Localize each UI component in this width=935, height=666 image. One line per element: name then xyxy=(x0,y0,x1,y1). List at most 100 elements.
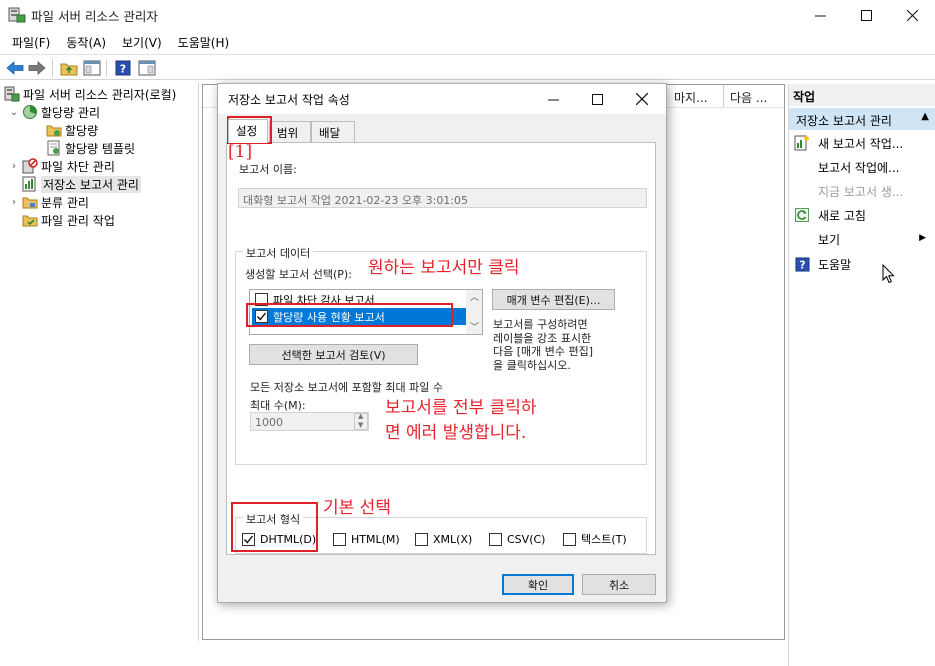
action-add-to-report-task[interactable]: 보고서 작업에... xyxy=(789,156,935,178)
scroll-up-icon[interactable]: ︿ xyxy=(470,290,479,303)
classification-icon xyxy=(22,194,38,210)
action-label: 지금 보고서 생... xyxy=(818,184,904,199)
action-pane-icon xyxy=(138,60,156,76)
menu-action[interactable]: 동작(A) xyxy=(60,31,112,53)
tab-delivery[interactable]: 배달 xyxy=(311,121,355,142)
actions-group-storage-reports[interactable]: 저장소 보고서 관리 ▲ xyxy=(789,108,935,130)
show-hide-tree-button[interactable] xyxy=(82,58,102,78)
annotation-click-wanted-report: 원하는 보고서만 클릭 xyxy=(368,258,520,278)
action-help[interactable]: ? 도움말 xyxy=(789,253,935,275)
tree-item-root[interactable]: 파일 서버 리소스 관리자(로컬) xyxy=(4,85,176,103)
action-pane-button[interactable] xyxy=(137,58,157,78)
format-label: CSV(C) xyxy=(507,532,546,546)
hint-line: 보고서를 구성하려면 xyxy=(493,318,588,331)
format-xml[interactable]: XML(X) xyxy=(415,531,472,547)
scroll-down-icon[interactable]: ﹀ xyxy=(470,320,479,333)
dialog-close-button[interactable] xyxy=(620,84,664,114)
tree-item-quotas[interactable]: 할당량 xyxy=(44,121,98,139)
max-files-label: 모든 저장소 보고서에 포함할 최대 파일 수 xyxy=(250,381,444,394)
action-refresh[interactable]: 새로 고침 xyxy=(789,204,935,226)
mouse-cursor-icon xyxy=(882,263,895,287)
chevron-right-icon[interactable]: › xyxy=(8,161,20,172)
maximize-button[interactable] xyxy=(843,0,889,31)
file-server-app-icon xyxy=(8,7,26,23)
toolbar-separator xyxy=(106,59,107,77)
submenu-arrow-icon: ▶ xyxy=(919,233,926,243)
spin-up-icon[interactable]: ▲ xyxy=(358,412,363,420)
back-button[interactable] xyxy=(5,58,25,78)
tree-item-file-management-tasks[interactable]: 파일 관리 작업 xyxy=(8,211,115,229)
collapse-up-icon[interactable]: ▲ xyxy=(921,111,929,122)
up-folder-button[interactable] xyxy=(59,58,79,78)
annotation-error-warning-2: 면 에러 발생합니다. xyxy=(385,423,527,443)
chevron-down-icon[interactable]: ⌄ xyxy=(8,107,20,118)
review-selected-reports-button[interactable]: 선택한 보고서 검토(V) xyxy=(249,344,418,365)
storage-report-icon xyxy=(22,176,38,192)
tab-scope[interactable]: 범위 xyxy=(269,121,311,142)
tree-item-quota-templates[interactable]: 할당량 템플릿 xyxy=(44,139,135,157)
spin-down-icon[interactable]: ▼ xyxy=(358,421,363,429)
menu-bar: 파일(F) 동작(A) 보기(V) 도움말(H) xyxy=(0,31,935,53)
window-title: 파일 서버 리소스 관리자 xyxy=(31,9,158,24)
format-html[interactable]: HTML(M) xyxy=(333,531,400,547)
format-label: HTML(M) xyxy=(351,532,400,546)
tree-item-file-screening[interactable]: › 파일 차단 관리 xyxy=(8,157,115,175)
tree-label: 파일 차단 관리 xyxy=(41,159,115,174)
refresh-icon xyxy=(794,207,810,223)
max-count-spinner[interactable]: ▲ ▼ xyxy=(354,412,368,430)
dialog-maximize-button[interactable] xyxy=(575,84,619,114)
folder-up-icon xyxy=(60,63,78,76)
title-bar: 파일 서버 리소스 관리자 xyxy=(0,0,935,31)
tree-item-quota-management[interactable]: ⌄ 할당량 관리 xyxy=(8,103,100,121)
console-tree-icon xyxy=(83,60,101,76)
format-checkbox[interactable] xyxy=(333,532,346,546)
help-icon: ? xyxy=(794,256,810,272)
ok-button[interactable]: 확인 xyxy=(502,574,574,595)
dialog-title: 저장소 보고서 작업 속성 xyxy=(228,93,350,107)
report-name-field[interactable]: 대화형 보고서 작업 2021-02-23 오후 3:01:05 xyxy=(238,188,647,208)
tree-item-classification[interactable]: › 분류 관리 xyxy=(8,193,89,211)
hint-line: 다음 [매개 변수 편집] xyxy=(493,345,594,358)
edit-hint-text: 보고서를 구성하려면 레이블을 강조 표시한 다음 [매개 변수 편집] 을 클… xyxy=(493,318,593,372)
svg-text:?: ? xyxy=(120,63,126,76)
column-header-last-run[interactable]: 마지... xyxy=(668,85,724,107)
close-button[interactable] xyxy=(889,0,935,31)
format-checkbox[interactable] xyxy=(415,532,428,546)
close-icon xyxy=(906,10,918,21)
help-button[interactable]: ? xyxy=(113,58,133,78)
hint-line: 레이블을 강조 표시한 xyxy=(493,331,592,345)
forward-button[interactable] xyxy=(27,58,47,78)
tree-item-storage-reports[interactable]: 저장소 보고서 관리 xyxy=(8,175,141,193)
menu-help[interactable]: 도움말(H) xyxy=(172,31,236,53)
format-text[interactable]: 텍스트(T) xyxy=(563,531,627,547)
file-task-icon xyxy=(22,212,38,228)
file-screen-icon xyxy=(22,158,38,174)
list-scrollbar[interactable]: ︿ ﹀ xyxy=(466,290,482,334)
format-checkbox[interactable] xyxy=(563,532,576,546)
edit-parameters-button[interactable]: 매개 변수 편집(E)... xyxy=(492,289,615,310)
minimize-button[interactable] xyxy=(797,0,843,31)
svg-text:?: ? xyxy=(799,259,805,271)
annotation-error-warning-1: 보고서를 전부 클릭하 xyxy=(385,398,537,418)
minimize-icon xyxy=(547,99,559,100)
status-bar xyxy=(0,641,788,666)
action-label: 보고서 작업에... xyxy=(818,160,900,175)
format-checkbox[interactable] xyxy=(489,532,502,546)
dialog-minimize-button[interactable] xyxy=(531,84,575,114)
column-header-next-run[interactable]: 다음 ... xyxy=(724,85,784,107)
tab-settings[interactable]: 설정 xyxy=(228,119,268,143)
action-new-report-task[interactable]: 새 보고서 작업... xyxy=(789,132,935,154)
close-icon xyxy=(636,93,648,105)
tree-label: 파일 서버 리소스 관리자(로컬) xyxy=(23,87,177,102)
menu-view[interactable]: 보기(V) xyxy=(116,31,168,53)
action-label: 새로 고침 xyxy=(818,208,866,223)
action-view[interactable]: 보기 ▶ xyxy=(789,228,935,250)
max-count-input[interactable]: 1000 xyxy=(250,412,369,431)
settings-tab-panel: 보고서 이름: 대화형 보고서 작업 2021-02-23 오후 3:01:05… xyxy=(226,142,656,555)
cancel-button[interactable]: 취소 xyxy=(582,574,656,595)
format-csv[interactable]: CSV(C) xyxy=(489,531,545,547)
tree-label: 분류 관리 xyxy=(41,195,89,210)
tree-label: 저장소 보고서 관리 xyxy=(41,175,141,193)
menu-file[interactable]: 파일(F) xyxy=(6,31,56,53)
chevron-right-icon[interactable]: › xyxy=(8,197,20,208)
